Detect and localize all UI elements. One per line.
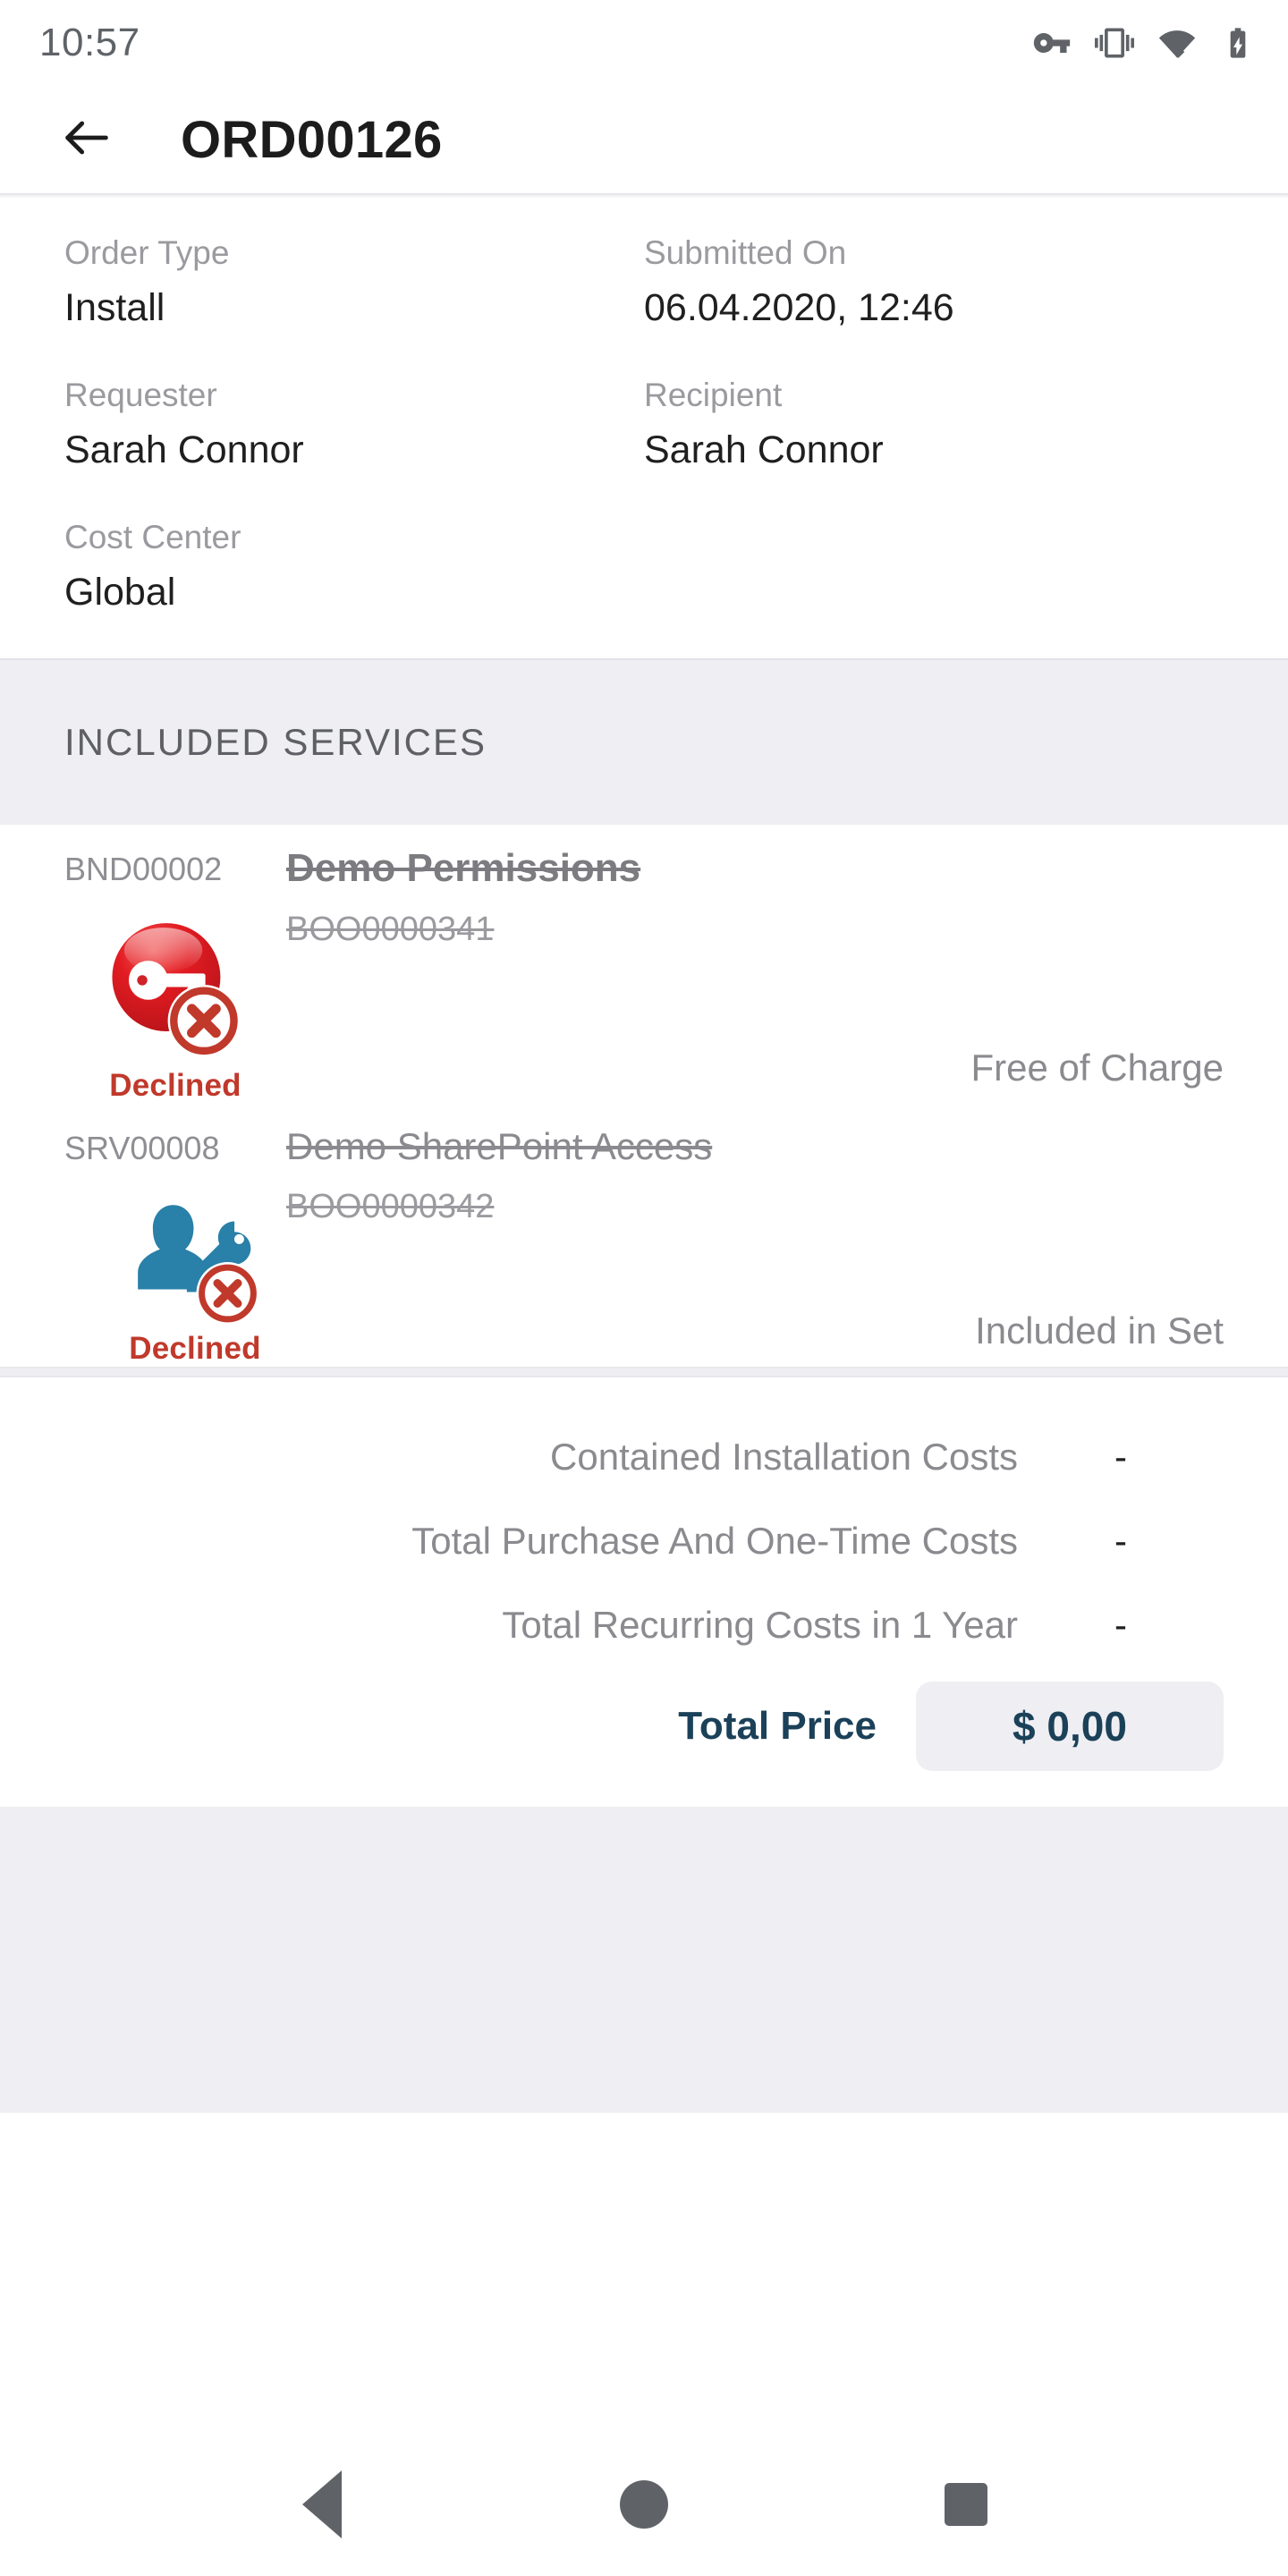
detail-label: Order Type bbox=[64, 234, 230, 271]
service-id: SRV00008 bbox=[64, 1130, 220, 1167]
app-bar: ORD00126 bbox=[0, 86, 1288, 193]
nav-home-button[interactable] bbox=[590, 2451, 698, 2558]
service-status-block: Declined bbox=[64, 914, 286, 1104]
wifi-icon bbox=[1157, 23, 1197, 63]
service-text-block: Demo Permissions BOO0000341 bbox=[286, 846, 1224, 949]
total-price-label: Total Price bbox=[678, 1704, 877, 1749]
cost-value: - bbox=[1114, 1604, 1127, 1647]
service-price: Included in Set bbox=[975, 1309, 1224, 1352]
cost-value: - bbox=[1114, 1520, 1127, 1563]
detail-value: Install bbox=[64, 286, 165, 329]
section-divider bbox=[0, 1367, 1288, 1378]
detail-value: Global bbox=[64, 571, 176, 614]
blue-user-key-declined-icon bbox=[127, 1191, 263, 1327]
nav-recents-icon bbox=[945, 2483, 987, 2526]
detail-row: Order Type Install Submitted On 06.04.20… bbox=[64, 236, 1224, 327]
costs-summary: Contained Installation Costs - Total Pur… bbox=[0, 1377, 1288, 1808]
service-booking-id: BOO0000341 bbox=[286, 911, 495, 949]
cost-value: - bbox=[1114, 1436, 1127, 1479]
status-bar-icons bbox=[1032, 23, 1256, 63]
vibrate-icon bbox=[1095, 23, 1134, 63]
detail-row: Requester Sarah Connor Recipient Sarah C… bbox=[64, 378, 1224, 470]
battery-charging-icon bbox=[1220, 25, 1256, 61]
nav-back-button[interactable] bbox=[268, 2451, 376, 2558]
detail-label: Cost Center bbox=[64, 519, 242, 555]
included-services-header: INCLUDED SERVICES bbox=[0, 658, 1288, 825]
detail-field-submitted-on: Submitted On 06.04.2020, 12:46 bbox=[644, 236, 1224, 327]
services-list: BND00002 Demo Permissions BOO0000341 Dec… bbox=[0, 825, 1288, 1368]
detail-field-order-type: Order Type Install bbox=[64, 236, 644, 327]
back-button[interactable] bbox=[55, 108, 118, 171]
detail-field-empty bbox=[644, 521, 1224, 612]
detail-row: Cost Center Global bbox=[64, 521, 1224, 612]
phone-screen: 10:57 ORD00126 Order Type Install Submit… bbox=[0, 0, 1288, 2576]
nav-home-icon bbox=[620, 2480, 668, 2529]
total-price-row: Total Price $ 0,00 bbox=[64, 1682, 1224, 1772]
service-item[interactable]: BND00002 Demo Permissions BOO0000341 Dec… bbox=[0, 825, 1288, 1104]
cost-label: Total Purchase And One-Time Costs bbox=[411, 1520, 1018, 1563]
service-text-block: Demo SharePoint Access BOO0000342 bbox=[286, 1127, 1224, 1224]
detail-field-recipient: Recipient Sarah Connor bbox=[644, 378, 1224, 470]
service-price: Free of Charge bbox=[970, 1046, 1224, 1089]
arrow-back-icon bbox=[58, 109, 115, 171]
nav-back-icon bbox=[302, 2470, 342, 2538]
cost-label: Contained Installation Costs bbox=[550, 1436, 1018, 1479]
status-bar: 10:57 bbox=[0, 0, 1288, 86]
cost-label: Total Recurring Costs in 1 Year bbox=[502, 1604, 1018, 1647]
red-key-declined-icon bbox=[100, 914, 250, 1064]
service-name: Demo SharePoint Access bbox=[286, 1125, 713, 1168]
detail-label: Submitted On bbox=[644, 234, 847, 271]
total-price-pill: $ 0,00 bbox=[916, 1682, 1224, 1772]
status-badge: Declined bbox=[129, 1331, 261, 1367]
cost-row-recurring: Total Recurring Costs in 1 Year - bbox=[64, 1583, 1224, 1667]
cost-row-purchase: Total Purchase And One-Time Costs - bbox=[64, 1499, 1224, 1583]
detail-value: 06.04.2020, 12:46 bbox=[644, 286, 954, 329]
status-bar-clock: 10:57 bbox=[39, 21, 140, 64]
page-background-filler bbox=[0, 1807, 1288, 2114]
service-status-block: Declined bbox=[84, 1191, 306, 1367]
service-id: BND00002 bbox=[64, 851, 223, 887]
cost-row-installation: Contained Installation Costs - bbox=[64, 1415, 1224, 1499]
vpn-key-icon bbox=[1032, 23, 1072, 63]
service-item[interactable]: SRV00008 Demo SharePoint Access BOO00003… bbox=[0, 1104, 1288, 1367]
detail-label: Requester bbox=[64, 377, 217, 413]
service-name: Demo Permissions bbox=[286, 846, 641, 890]
detail-field-cost-center: Cost Center Global bbox=[64, 521, 644, 612]
order-details: Order Type Install Submitted On 06.04.20… bbox=[0, 199, 1288, 658]
android-navigation-bar bbox=[0, 2433, 1288, 2576]
total-price-value: $ 0,00 bbox=[1013, 1703, 1127, 1750]
nav-recents-button[interactable] bbox=[912, 2451, 1020, 2558]
detail-value: Sarah Connor bbox=[644, 428, 884, 471]
section-title: INCLUDED SERVICES bbox=[64, 721, 487, 763]
page-title: ORD00126 bbox=[181, 110, 443, 169]
detail-field-requester: Requester Sarah Connor bbox=[64, 378, 644, 470]
status-badge: Declined bbox=[109, 1068, 242, 1104]
service-booking-id: BOO0000342 bbox=[286, 1188, 495, 1226]
detail-value: Sarah Connor bbox=[64, 428, 304, 471]
detail-label: Recipient bbox=[644, 377, 783, 413]
